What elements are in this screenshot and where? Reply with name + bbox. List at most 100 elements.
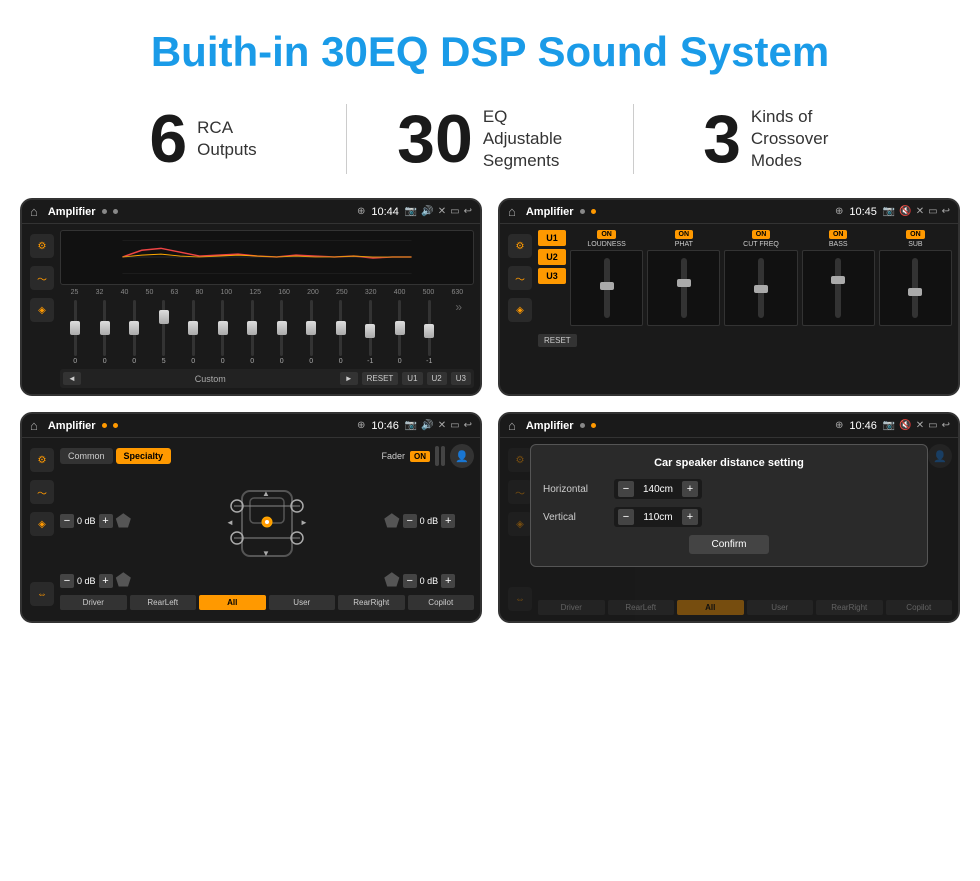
screen3-status-bar: ⌂ Amplifier ⊕ 10:46 📷 🔊 ✕ ▭ ↩ [22, 414, 480, 438]
fader-vol-icon[interactable]: ◈ [30, 512, 54, 536]
confirm-button[interactable]: Confirm [689, 535, 769, 554]
back-icon[interactable]: ↩ [464, 206, 472, 217]
screen1-app-title: Amplifier [48, 206, 96, 218]
vertical-plus-btn[interactable]: + [682, 509, 698, 525]
btn-all[interactable]: All [199, 595, 266, 610]
amp-reset-button[interactable]: RESET [538, 334, 577, 347]
cutfreq-on-btn[interactable]: ON [752, 230, 771, 239]
screen-dist-card: ⌂ Amplifier ⊕ 10:46 📷 🔇 ✕ ▭ ↩ ⚙ 〜 ◈ [498, 412, 960, 623]
eq-slider-10[interactable]: 0 [328, 300, 355, 365]
back-icon-2[interactable]: ↩ [942, 206, 950, 217]
eq-slider-6[interactable]: 0 [210, 300, 237, 365]
dialog-horizontal-row: Horizontal − 140cm + [543, 479, 915, 499]
btn-copilot[interactable]: Copilot [408, 595, 475, 610]
eq-slider-8[interactable]: 0 [269, 300, 296, 365]
eq-u3-button[interactable]: U3 [451, 372, 471, 385]
fader-on-toggle[interactable]: ON [410, 451, 430, 462]
sub-slider[interactable] [879, 250, 952, 326]
btn-rear-left[interactable]: RearLeft [130, 595, 197, 610]
sp-fl-minus[interactable]: − [60, 514, 74, 528]
battery-icon-4: ▭ [928, 420, 937, 431]
cutfreq-slider[interactable] [724, 250, 797, 326]
eq-slider-5[interactable]: 0 [180, 300, 207, 365]
btn-driver[interactable]: Driver [60, 595, 127, 610]
tab-specialty[interactable]: Specialty [116, 448, 172, 464]
phat-slider[interactable] [647, 250, 720, 326]
horizontal-plus-btn[interactable]: + [682, 481, 698, 497]
eq-prev-button[interactable]: ◄ [63, 372, 81, 385]
dialog-vertical-stepper[interactable]: − 110cm + [614, 507, 702, 527]
eq-graph [60, 230, 474, 285]
phat-on-btn[interactable]: ON [675, 230, 694, 239]
speaker-ctrl-rl: − 0 dB + ⬟ [60, 570, 150, 591]
camera-icon-2: 📷 [883, 206, 895, 217]
home-icon-4[interactable]: ⌂ [508, 418, 516, 433]
fader-settings-icon[interactable]: ⚙ [30, 448, 54, 472]
eq-next-button[interactable]: ► [340, 372, 358, 385]
location-icon: ⊕ [357, 206, 365, 217]
eq-slider-2[interactable]: 0 [92, 300, 119, 365]
x-icon-3: ✕ [438, 420, 446, 431]
sub-on-btn[interactable]: ON [906, 230, 925, 239]
page-title: Buith-in 30EQ DSP Sound System [0, 0, 980, 94]
sp-fr-minus[interactable]: − [403, 514, 417, 528]
sp-fr-value: 0 dB [420, 516, 439, 526]
back-icon-3[interactable]: ↩ [464, 420, 472, 431]
loudness-slider[interactable] [570, 250, 643, 326]
loudness-on-btn[interactable]: ON [597, 230, 616, 239]
vertical-minus-btn[interactable]: − [618, 509, 634, 525]
screen2-app-title: Amplifier [526, 206, 574, 218]
camera-icon-4: 📷 [883, 420, 895, 431]
dialog-vertical-row: Vertical − 110cm + [543, 507, 915, 527]
eq-slider-1[interactable]: 0 [62, 300, 89, 365]
eq-slider-more[interactable]: » [446, 300, 473, 365]
dot-orange-4 [591, 423, 596, 428]
btn-rear-right[interactable]: RearRight [338, 595, 405, 610]
back-icon-4[interactable]: ↩ [942, 420, 950, 431]
eq-slider-4[interactable]: 5 [151, 300, 178, 365]
amp-preset-u1[interactable]: U1 [538, 230, 566, 246]
amp-wave-icon[interactable]: 〜 [508, 266, 532, 290]
stat-rca-number: 6 [149, 105, 187, 173]
sp-rl-minus[interactable]: − [60, 574, 74, 588]
eq-reset-button[interactable]: RESET [362, 372, 399, 385]
sp-rl-plus[interactable]: + [99, 574, 113, 588]
amp-preset-u2[interactable]: U2 [538, 249, 566, 265]
screen4-time: 10:46 [849, 420, 877, 432]
tab-common[interactable]: Common [60, 448, 113, 464]
amp-channel-cutfreq: ON CUT FREQ [724, 230, 797, 326]
eq-u1-button[interactable]: U1 [402, 372, 422, 385]
horizontal-minus-btn[interactable]: − [618, 481, 634, 497]
eq-u2-button[interactable]: U2 [427, 372, 447, 385]
eq-settings-icon[interactable]: ⚙ [30, 234, 54, 258]
eq-slider-12[interactable]: 0 [387, 300, 414, 365]
eq-vol-icon[interactable]: ◈ [30, 298, 54, 322]
vertical-value: 110cm [638, 512, 678, 523]
dialog-horizontal-stepper[interactable]: − 140cm + [614, 479, 702, 499]
home-icon[interactable]: ⌂ [30, 204, 38, 219]
sp-rr-minus[interactable]: − [403, 574, 417, 588]
eq-slider-13[interactable]: -1 [416, 300, 443, 365]
eq-wave-icon[interactable]: 〜 [30, 266, 54, 290]
sp-fr-plus[interactable]: + [441, 514, 455, 528]
amp-vol-icon[interactable]: ◈ [508, 298, 532, 322]
home-icon-3[interactable]: ⌂ [30, 418, 38, 433]
sp-fl-plus[interactable]: + [99, 514, 113, 528]
bass-slider[interactable] [802, 250, 875, 326]
eq-slider-9[interactable]: 0 [298, 300, 325, 365]
eq-slider-7[interactable]: 0 [239, 300, 266, 365]
amp-settings-icon[interactable]: ⚙ [508, 234, 532, 258]
eq-slider-3[interactable]: 0 [121, 300, 148, 365]
eq-slider-11[interactable]: -1 [357, 300, 384, 365]
screen3-app-title: Amplifier [48, 420, 96, 432]
bass-on-btn[interactable]: ON [829, 230, 848, 239]
btn-user[interactable]: User [269, 595, 336, 610]
amp-preset-u3[interactable]: U3 [538, 268, 566, 284]
sp-rr-plus[interactable]: + [441, 574, 455, 588]
dialog-title: Car speaker distance setting [543, 457, 915, 469]
fader-wave-icon[interactable]: 〜 [30, 480, 54, 504]
fader-arrows-icon[interactable]: ⇔ [30, 582, 54, 606]
sp-rr-value: 0 dB [420, 576, 439, 586]
home-icon-2[interactable]: ⌂ [508, 204, 516, 219]
location-icon-2: ⊕ [835, 206, 843, 217]
